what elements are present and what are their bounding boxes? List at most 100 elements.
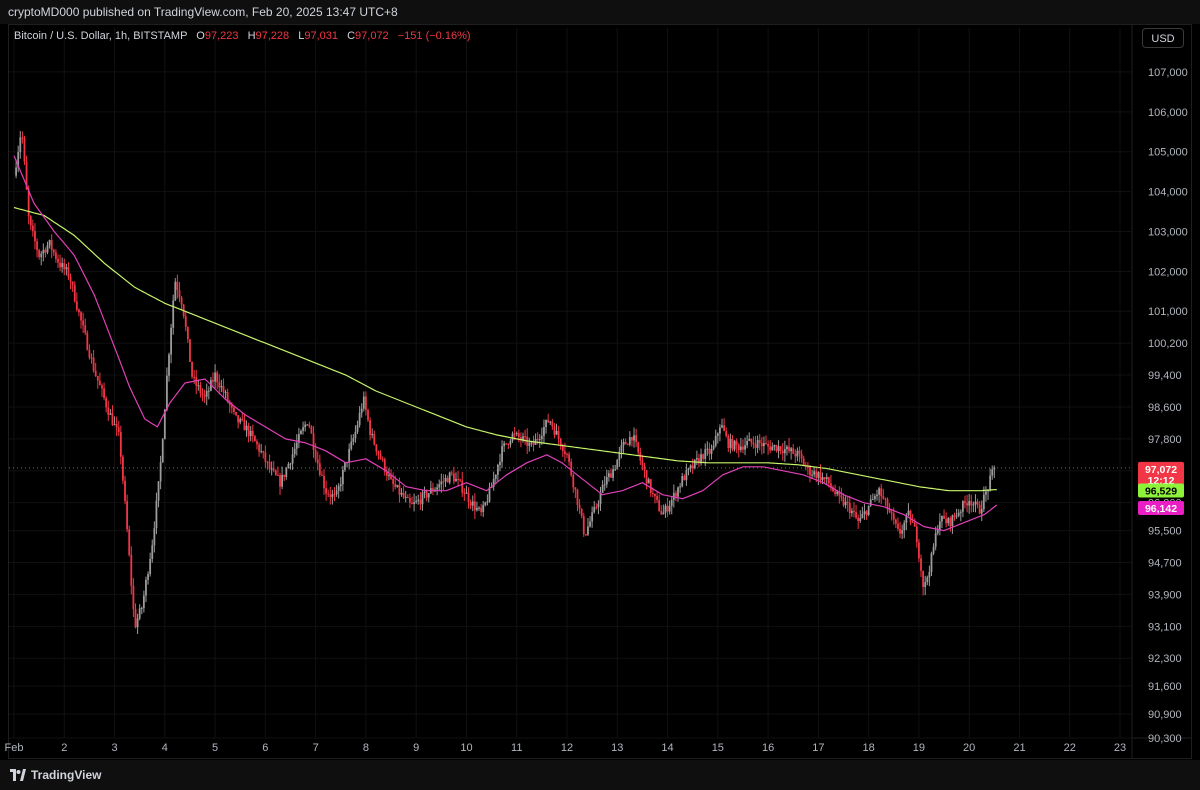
candle-body	[716, 433, 719, 437]
price-tick-label: 90,300	[1148, 733, 1182, 745]
ma-long-tag: 96,529	[1138, 483, 1184, 498]
candle-body	[729, 438, 732, 448]
candle-body	[88, 349, 91, 358]
candle-body	[302, 427, 304, 431]
candle-body	[945, 518, 948, 524]
candle-body	[733, 440, 736, 450]
candle-body	[790, 448, 793, 452]
candle-body	[379, 454, 382, 459]
candle-body	[892, 513, 895, 520]
candle-body	[991, 469, 994, 476]
candle-body	[388, 475, 390, 477]
candle-body	[29, 216, 32, 226]
candle-body	[352, 438, 355, 442]
candle-body	[241, 418, 244, 420]
time-tick-label: 13	[611, 742, 623, 754]
price-tick-label: 97,800	[1148, 434, 1182, 446]
candle-body	[159, 462, 162, 482]
time-tick-label: 19	[913, 742, 925, 754]
candle-body	[132, 585, 135, 609]
candle-body	[779, 446, 782, 451]
candle-body	[936, 530, 939, 534]
candle-body	[293, 448, 296, 455]
candle-body	[737, 444, 740, 451]
candle-body	[348, 448, 351, 462]
candle-body	[413, 502, 415, 505]
candle-body	[367, 409, 369, 421]
candle-body	[189, 339, 191, 363]
ma-short-tag-text: 96,142	[1145, 503, 1177, 515]
candle-body	[796, 450, 799, 457]
candle-body	[926, 577, 929, 583]
candle-body	[151, 545, 154, 559]
candle-body	[178, 290, 181, 298]
candle-body	[478, 507, 480, 509]
candle-body	[662, 512, 665, 515]
symbol-legend[interactable]: Bitcoin / U.S. Dollar, 1h, BITSTAMP O97,…	[14, 30, 471, 42]
currency-button[interactable]: USD	[1142, 28, 1184, 48]
candle-body	[174, 281, 177, 301]
change-value: −151 (−0.16%)	[397, 30, 471, 42]
candle-body	[184, 316, 187, 328]
candle-body	[549, 421, 552, 423]
candle-body	[323, 475, 325, 489]
candle-body	[459, 479, 462, 481]
candle-body	[957, 512, 960, 516]
candle-body	[773, 445, 776, 447]
candle-body	[920, 558, 922, 571]
time-tick-label: 2	[61, 742, 67, 754]
candle-body	[193, 376, 196, 378]
candle-body	[262, 451, 265, 453]
candle-body	[961, 501, 964, 512]
candle-body	[894, 519, 897, 524]
candle-body	[369, 420, 371, 435]
candle-body	[220, 386, 223, 388]
price-tick-label: 107,000	[1148, 67, 1188, 79]
candle-body	[951, 515, 954, 527]
candle-body	[482, 504, 485, 513]
candle-body	[574, 487, 577, 490]
candle-body	[763, 443, 765, 447]
candle-body	[633, 435, 635, 441]
candle-body	[941, 515, 943, 522]
candle-body	[375, 444, 378, 452]
candle-body	[155, 500, 158, 529]
candle-body	[865, 511, 868, 515]
time-tick-label: 17	[812, 742, 824, 754]
candle-body	[509, 440, 512, 445]
candle-body	[46, 245, 49, 253]
candle-body	[758, 440, 761, 444]
candle-body	[115, 424, 118, 428]
price-tick-label: 92,300	[1148, 653, 1182, 665]
candle-body	[695, 458, 698, 460]
candle-body	[480, 507, 483, 513]
tradingview-logo[interactable]: TradingView	[10, 768, 101, 782]
candle-body	[203, 395, 206, 397]
candle-body	[247, 425, 250, 437]
candle-body	[966, 503, 968, 506]
candle-body	[75, 301, 78, 310]
candle-body	[253, 435, 256, 442]
candle-body	[54, 252, 57, 259]
candle-body	[235, 412, 237, 416]
candle-body	[136, 618, 139, 628]
candle-body	[436, 487, 439, 490]
candle-body	[911, 521, 914, 523]
price-chart[interactable]: 107,000 106,000 105,000 104,000 103,000 102,0…	[0, 0, 1200, 790]
candle-body	[953, 515, 956, 517]
candle-body	[111, 413, 114, 425]
price-tick-label: 93,900	[1148, 589, 1182, 601]
candle-body	[277, 474, 279, 476]
candle-body	[59, 262, 61, 268]
candle-body	[742, 446, 744, 450]
time-tick-label: 14	[661, 742, 673, 754]
candle-body	[850, 510, 853, 514]
candle-body	[825, 477, 828, 480]
price-tick-label: 94,700	[1148, 558, 1182, 570]
candle-body	[50, 240, 53, 251]
candle-body	[848, 503, 851, 514]
price-tick-label: 106,000	[1148, 107, 1188, 119]
candle-body	[827, 477, 830, 484]
candle-body	[614, 469, 617, 471]
candle-body	[142, 595, 145, 609]
